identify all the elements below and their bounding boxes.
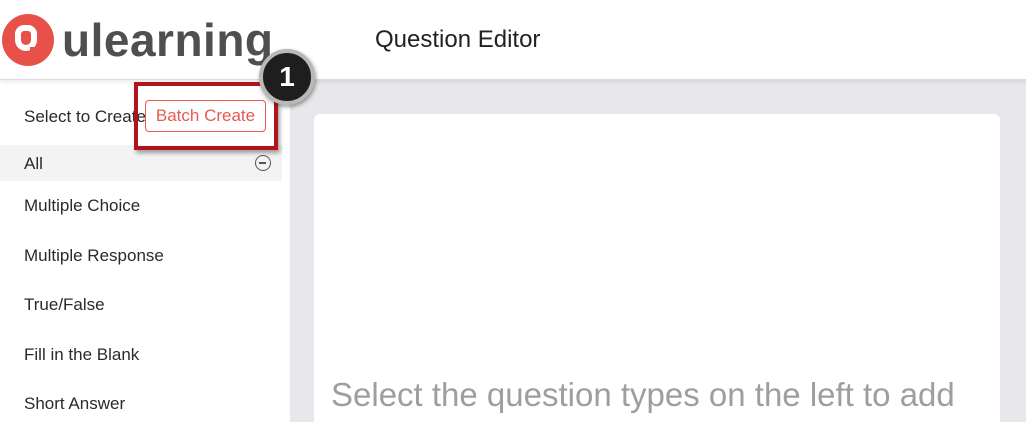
- question-type-true-false[interactable]: True/False: [0, 285, 282, 325]
- question-type-multiple-choice[interactable]: Multiple Choice: [0, 186, 282, 226]
- page-title: Question Editor: [375, 26, 541, 53]
- logo-text: ulearning: [62, 14, 274, 66]
- question-type-short-answer[interactable]: Short Answer: [0, 384, 282, 422]
- header: ulearning Question Editor: [0, 0, 1026, 80]
- empty-state-message: Select the question types on the left to…: [331, 376, 955, 413]
- question-type-label: True/False: [24, 295, 105, 314]
- logo[interactable]: ulearning: [2, 12, 274, 68]
- question-type-label: Short Answer: [24, 394, 126, 413]
- minus-circle-icon[interactable]: [255, 155, 271, 171]
- category-all[interactable]: All: [0, 145, 282, 181]
- ulearning-logo-icon: [2, 14, 54, 66]
- question-type-label: Fill in the Blank: [24, 345, 140, 364]
- highlight-box: [134, 82, 278, 150]
- select-to-create-label: Select to Create: [24, 107, 146, 126]
- question-canvas: Select the question types on the left to…: [314, 114, 1000, 422]
- question-type-multiple-response[interactable]: Multiple Response: [0, 236, 282, 276]
- category-all-label: All: [24, 154, 43, 173]
- question-type-fill-in-the-blank[interactable]: Fill in the Blank: [0, 335, 282, 375]
- step-callout-badge: 1: [259, 49, 315, 105]
- editor-area: Select the question types on the left to…: [291, 80, 1026, 422]
- question-type-label: Multiple Response: [24, 246, 164, 265]
- question-type-label: Multiple Choice: [24, 196, 141, 215]
- app-window: ulearning Question Editor Select to Crea…: [0, 0, 1026, 422]
